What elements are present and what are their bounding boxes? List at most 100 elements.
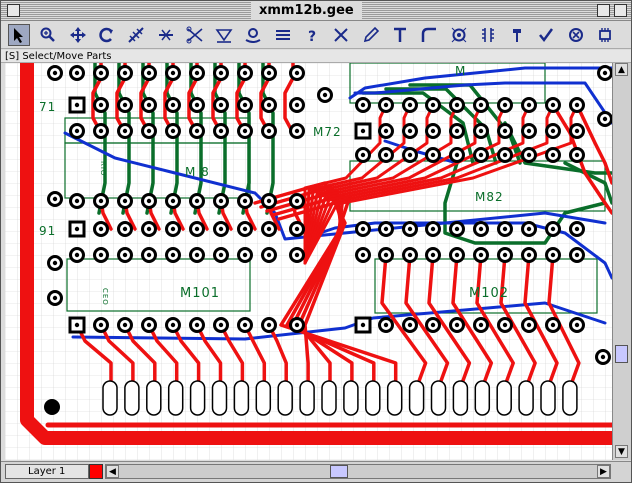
pad-hole [383,152,389,158]
vertical-scrollbar[interactable]: ▲ ▼ [612,63,631,460]
pad-hole [294,128,300,134]
scroll-left-arrow-icon[interactable]: ◀ [106,465,119,478]
pad-hole [602,116,608,122]
part-icon[interactable] [565,24,587,46]
pad-hole [360,322,366,328]
pad-hole [146,102,152,108]
pad-hole [218,128,224,134]
pad-hole [194,128,200,134]
pad-hole [430,152,436,158]
pad-hole [383,128,389,134]
pad-hole [600,354,606,360]
pcb-canvas[interactable]: 71 91 M72 M 8 M82 M101 M102 M RIO CEO [5,63,612,460]
chip-icon[interactable] [594,24,616,46]
rotate-icon[interactable] [96,24,118,46]
edge-finger [167,380,184,416]
pad-hole [526,252,532,258]
pad-hole [74,198,80,204]
pad-hole [122,198,128,204]
scroll-right-arrow-icon[interactable]: ▶ [597,465,610,478]
pad-hole [242,128,248,134]
pad-hole [74,226,80,232]
corner-icon[interactable] [418,24,440,46]
pad-hole [266,322,272,328]
edge-finger [277,380,293,416]
pad-hole [146,252,152,258]
pad-hole [74,70,80,76]
pad-hole [146,198,152,204]
pad-hole [526,152,532,158]
horizontal-scroll-thumb[interactable] [330,465,348,478]
scroll-up-arrow-icon[interactable]: ▲ [615,63,628,76]
edge-finger [299,380,315,416]
help-icon[interactable]: ? [301,24,323,46]
pad-hole [98,226,104,232]
pins-icon[interactable] [477,24,499,46]
edge-finger [255,380,272,416]
pad-hole [574,102,580,108]
pad-hole [502,102,508,108]
net-icon[interactable] [125,24,147,46]
pad-hole [407,252,413,258]
pencil-icon[interactable] [360,24,382,46]
probe-icon[interactable] [506,24,528,46]
pad-hole [550,152,556,158]
pad-icon[interactable] [242,24,264,46]
pad-hole [574,252,580,258]
app-window: xmm12b.gee ? [S] Select/Move Parts 71 91 M… [0,0,632,483]
pad-hole [98,102,104,108]
pad-hole [526,102,532,108]
pad-hole [122,322,128,328]
horizontal-scrollbar[interactable]: ◀ ▶ [105,464,611,479]
pad-hole [294,322,300,328]
board-label-small2: CEO [101,288,109,306]
pad-hole [122,102,128,108]
edge-finger [540,380,556,416]
close-box-icon[interactable] [7,4,20,17]
pad-hole [194,198,200,204]
pad-hole [550,128,556,134]
bottom-bar: Layer 1 ◀ ▶ [1,461,631,482]
pad-hole [360,252,366,258]
edge-finger [562,380,578,416]
collapse-box-icon[interactable] [614,4,627,17]
pad-hole [294,226,300,232]
move-icon[interactable] [67,24,89,46]
zoom-box-icon[interactable] [597,4,610,17]
target-icon[interactable] [448,24,470,46]
pad-hole [294,102,300,108]
layer-selector[interactable]: Layer 1 [5,464,89,479]
mounting-hole [44,399,60,415]
edge-finger [518,380,534,416]
pad-hole [454,322,460,328]
pad-hole [74,102,80,108]
pad-hole [218,252,224,258]
edge-finger [474,380,491,416]
pad-hole [242,102,248,108]
pad-hole [407,226,413,232]
select-arrow-icon[interactable] [8,24,30,46]
check-icon[interactable] [535,24,557,46]
flip-icon[interactable] [213,24,235,46]
vertical-scroll-thumb[interactable] [615,345,628,363]
bus-icon[interactable] [272,24,294,46]
scroll-down-arrow-icon[interactable]: ▼ [615,445,628,458]
title-bar[interactable]: xmm12b.gee [1,1,631,21]
board-label-m81: M 8 [185,165,210,179]
delete-icon[interactable] [330,24,352,46]
cut-icon[interactable] [184,24,206,46]
edge-finger [343,380,359,416]
layer-color-swatch[interactable] [89,464,103,479]
board-drawing[interactable]: 71 91 M72 M 8 M82 M101 M102 M RIO CEO [5,63,612,460]
pad-hole [407,102,413,108]
pad-hole [478,152,484,158]
zoom-icon[interactable] [37,24,59,46]
pad-hole [407,128,413,134]
pad-hole [218,70,224,76]
pad-hole [218,102,224,108]
pad-hole [194,226,200,232]
pad-hole [170,226,176,232]
text-icon[interactable] [389,24,411,46]
route-icon[interactable] [155,24,177,46]
pad-hole [122,226,128,232]
